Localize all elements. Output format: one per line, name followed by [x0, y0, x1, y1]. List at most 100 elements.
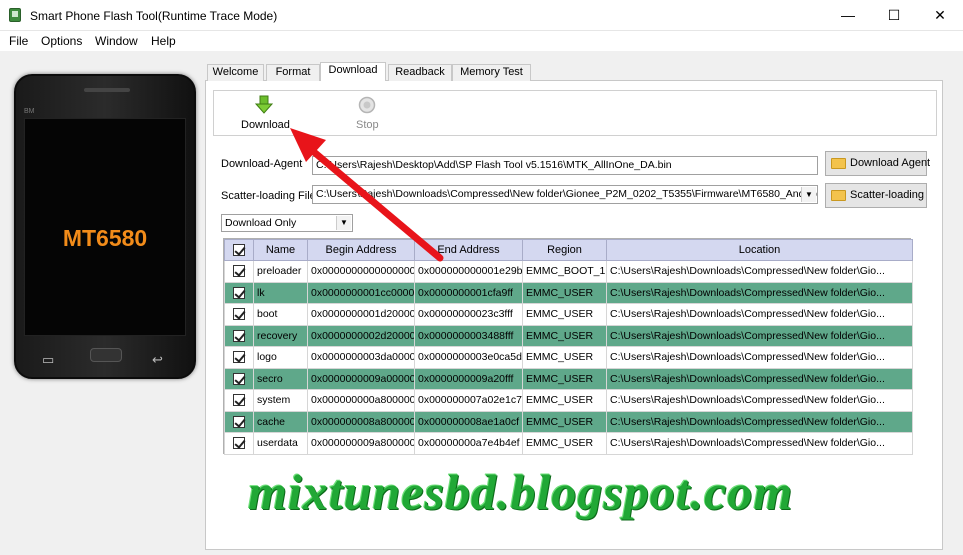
tab-format[interactable]: Format — [266, 64, 320, 81]
scatter-loading-button-label: Scatter-loading — [850, 189, 924, 201]
download-button[interactable]: Download — [238, 95, 290, 133]
end-address-cell: 0x00000000023c3fff — [414, 303, 523, 326]
table-row[interactable]: recovery 0x0000000002d20000 0x000000000348… — [224, 324, 913, 347]
end-address-cell: 0x0000000001cfa9ff — [414, 281, 523, 304]
tab-download[interactable]: Download — [320, 62, 386, 81]
close-button[interactable]: ✕ — [917, 0, 963, 31]
row-checkbox-cell[interactable] — [224, 346, 254, 369]
window-title: Smart Phone Flash Tool(Runtime Trace Mod… — [30, 9, 278, 23]
row-checkbox-cell[interactable] — [224, 303, 254, 326]
begin-address-cell: 0x000000008a800000 — [307, 410, 415, 433]
partition-name-cell: boot — [253, 303, 308, 326]
row-checkbox[interactable] — [233, 437, 245, 450]
row-checkbox[interactable] — [233, 265, 245, 278]
title-bar: Smart Phone Flash Tool(Runtime Trace Mod… — [0, 0, 963, 31]
back-key-icon: ↩ — [152, 352, 163, 367]
partition-name-cell: cache — [253, 410, 308, 433]
tab-memory-test[interactable]: Memory Test — [452, 64, 531, 81]
table-row[interactable]: boot 0x0000000001d20000 0x00000000023c3fff… — [224, 303, 913, 326]
menu-file[interactable]: File — [9, 34, 28, 48]
chevron-down-icon: ▼ — [801, 187, 816, 202]
menu-help[interactable]: Help — [151, 34, 176, 48]
partition-table: Name Begin Address End Address Region Lo… — [223, 238, 913, 455]
stop-icon — [358, 96, 376, 114]
region-cell: EMMC_USER — [522, 367, 607, 390]
row-checkbox-cell[interactable] — [224, 389, 254, 412]
partition-name-cell: preloader — [253, 260, 308, 283]
region-cell: EMMC_USER — [522, 432, 607, 455]
phone-image: BM MT6580 ▭ ↩ — [14, 74, 196, 379]
end-address-cell: 0x0000000003e0ca5d — [414, 346, 523, 369]
row-checkbox-cell[interactable] — [224, 432, 254, 455]
table-row[interactable]: userdata 0x000000009a800000 0x00000000a7e4… — [224, 432, 913, 455]
download-agent-label: Download-Agent — [221, 158, 303, 170]
end-address-cell: 0x00000000a7e4b4ef — [414, 432, 523, 455]
region-cell: EMMC_USER — [522, 281, 607, 304]
begin-address-cell: 0x000000009a800000 — [307, 432, 415, 455]
partition-name-cell: logo — [253, 346, 308, 369]
row-checkbox-cell[interactable] — [224, 410, 254, 433]
row-checkbox[interactable] — [233, 308, 245, 321]
download-agent-button[interactable]: Download Agent — [825, 151, 931, 176]
location-cell: C:\Users\Rajesh\Downloads\Compressed\New… — [606, 260, 913, 283]
minimize-button[interactable]: — — [825, 0, 871, 31]
tab-readback[interactable]: Readback — [388, 64, 452, 81]
scatter-loading-label: Scatter-loading File — [221, 190, 316, 202]
partition-name-cell: userdata — [253, 432, 308, 455]
begin-address-cell: 0x0000000000000000 — [307, 260, 415, 283]
region-cell: EMMC_USER — [522, 346, 607, 369]
region-cell: EMMC_USER — [522, 324, 607, 347]
table-row[interactable]: cache 0x000000008a800000 0x000000008ae1a0c… — [224, 410, 913, 433]
stop-button[interactable]: Stop — [350, 95, 384, 133]
watermark-text: mixtunesbd.blogspot.com — [248, 464, 794, 520]
column-header-begin-address: Begin Address — [307, 239, 415, 261]
location-cell: C:\Users\Rajesh\Downloads\Compressed\New… — [606, 324, 913, 347]
partition-name-cell: secro — [253, 367, 308, 390]
row-checkbox[interactable] — [233, 351, 245, 364]
table-row[interactable]: preloader 0x0000000000000000 0x00000000000… — [224, 260, 913, 283]
tab-welcome[interactable]: Welcome — [207, 64, 264, 81]
row-checkbox-cell[interactable] — [224, 260, 254, 283]
row-checkbox[interactable] — [233, 329, 245, 342]
end-address-cell: 0x000000000001e29b — [414, 260, 523, 283]
column-header-region: Region — [522, 239, 607, 261]
download-agent-button-label: Download Agent — [850, 157, 931, 169]
menu-options[interactable]: Options — [41, 34, 82, 48]
end-address-cell: 0x000000007a02e1c7 — [414, 389, 523, 412]
phone-brand: BM — [24, 108, 35, 115]
row-checkbox[interactable] — [233, 372, 245, 385]
maximize-button[interactable]: ☐ — [871, 0, 917, 31]
folder-icon — [831, 158, 846, 169]
download-agent-input[interactable]: C:\Users\Rajesh\Desktop\Add\SP Flash Too… — [312, 156, 818, 175]
table-row[interactable]: secro 0x0000000009a00000 0x0000000009a20ff… — [224, 367, 913, 390]
stop-button-label: Stop — [356, 119, 379, 131]
menu-window[interactable]: Window — [95, 34, 138, 48]
scatter-loading-button[interactable]: Scatter-loading — [825, 183, 927, 208]
menu-bar: File Options Window Help — [0, 31, 963, 51]
table-row[interactable]: logo 0x0000000003da0000 0x0000000003e0ca5d… — [224, 346, 913, 369]
row-checkbox-cell[interactable] — [224, 324, 254, 347]
app-icon — [9, 8, 21, 22]
select-all-checkbox[interactable] — [233, 244, 245, 257]
location-cell: C:\Users\Rajesh\Downloads\Compressed\New… — [606, 346, 913, 369]
begin-address-cell: 0x0000000003da0000 — [307, 346, 415, 369]
row-checkbox-cell[interactable] — [224, 367, 254, 390]
row-checkbox-cell[interactable] — [224, 281, 254, 304]
scatter-loading-select[interactable]: C:\Users\Rajesh\Downloads\Compressed\New… — [312, 185, 818, 204]
begin-address-cell: 0x000000000a800000 — [307, 389, 415, 412]
table-row[interactable]: lk 0x0000000001cc0000 0x0000000001cfa9ff EM… — [224, 281, 913, 304]
toolbar — [213, 90, 937, 136]
region-cell: EMMC_USER — [522, 303, 607, 326]
table-row[interactable]: system 0x000000000a800000 0x000000007a02e1… — [224, 389, 913, 412]
location-cell: C:\Users\Rajesh\Downloads\Compressed\New… — [606, 303, 913, 326]
row-checkbox[interactable] — [233, 415, 245, 428]
begin-address-cell: 0x0000000009a00000 — [307, 367, 415, 390]
select-all-header[interactable] — [224, 239, 254, 261]
home-key-icon — [90, 348, 122, 362]
download-arrow-icon — [254, 95, 274, 114]
row-checkbox[interactable] — [233, 286, 245, 299]
row-checkbox[interactable] — [233, 394, 245, 407]
download-mode-select[interactable]: Download Only ▼ — [221, 214, 353, 232]
begin-address-cell: 0x0000000001cc0000 — [307, 281, 415, 304]
chevron-down-icon: ▼ — [336, 216, 351, 230]
